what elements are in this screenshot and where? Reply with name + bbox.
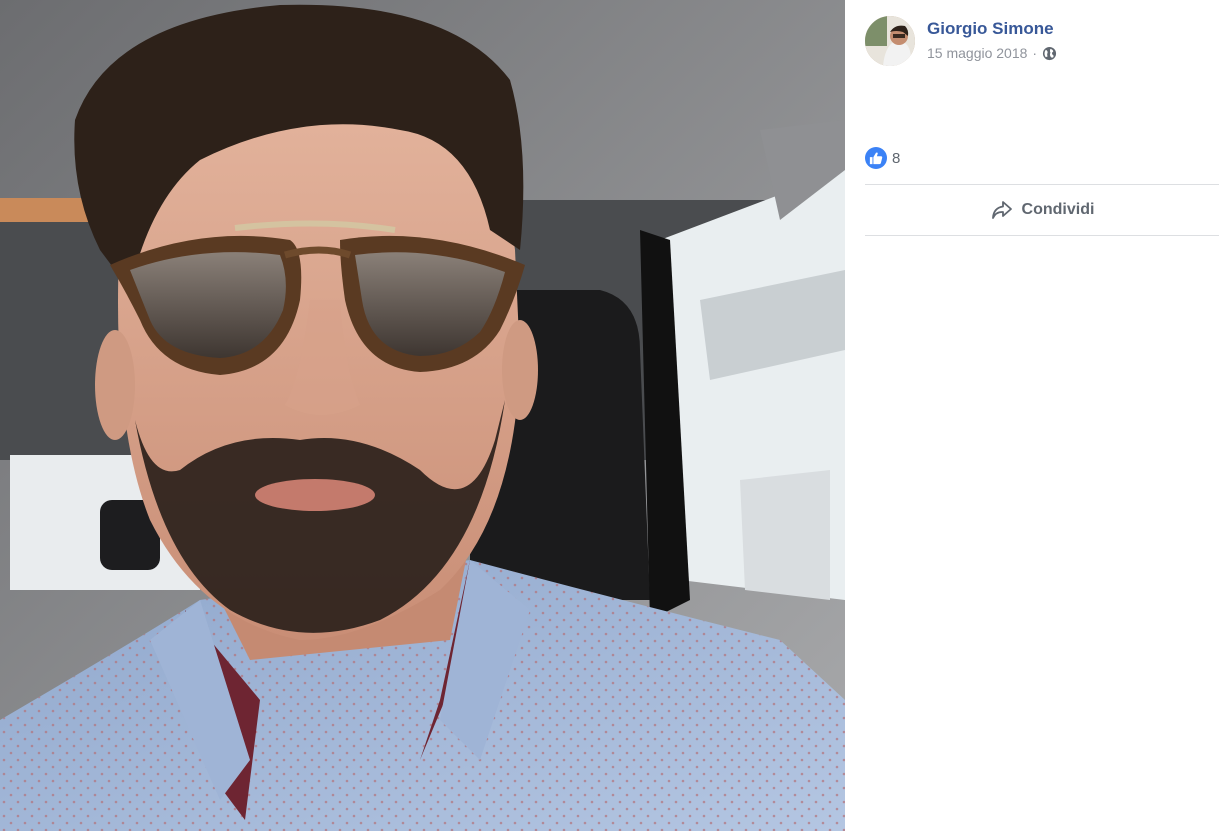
share-arrow-icon	[990, 199, 1014, 221]
reactions-summary[interactable]: 8	[865, 147, 900, 169]
post-date[interactable]: 15 maggio 2018	[927, 45, 1027, 61]
post-viewer: Giorgio Simone 15 maggio 2018 · 8 Condiv…	[0, 0, 1219, 831]
post-actions: Condividi	[865, 185, 1219, 235]
post-header: Giorgio Simone 15 maggio 2018 ·	[865, 16, 1057, 66]
share-button[interactable]: Condividi	[980, 193, 1105, 227]
like-icon	[865, 147, 887, 169]
reaction-count: 8	[892, 149, 901, 167]
share-label: Condividi	[1021, 201, 1095, 218]
author-avatar[interactable]	[865, 16, 915, 66]
divider	[865, 235, 1219, 236]
post-meta: 15 maggio 2018 ·	[927, 45, 1057, 61]
author-meta: Giorgio Simone 15 maggio 2018 ·	[927, 18, 1057, 61]
avatar-image	[865, 16, 915, 66]
post-side-panel: Giorgio Simone 15 maggio 2018 · 8 Condiv…	[845, 0, 1219, 831]
selfie-photo-image	[0, 0, 845, 831]
meta-separator: ·	[1032, 45, 1038, 61]
author-name-link[interactable]: Giorgio Simone	[927, 18, 1057, 40]
post-photo[interactable]	[0, 0, 845, 831]
globe-icon[interactable]	[1042, 46, 1057, 61]
